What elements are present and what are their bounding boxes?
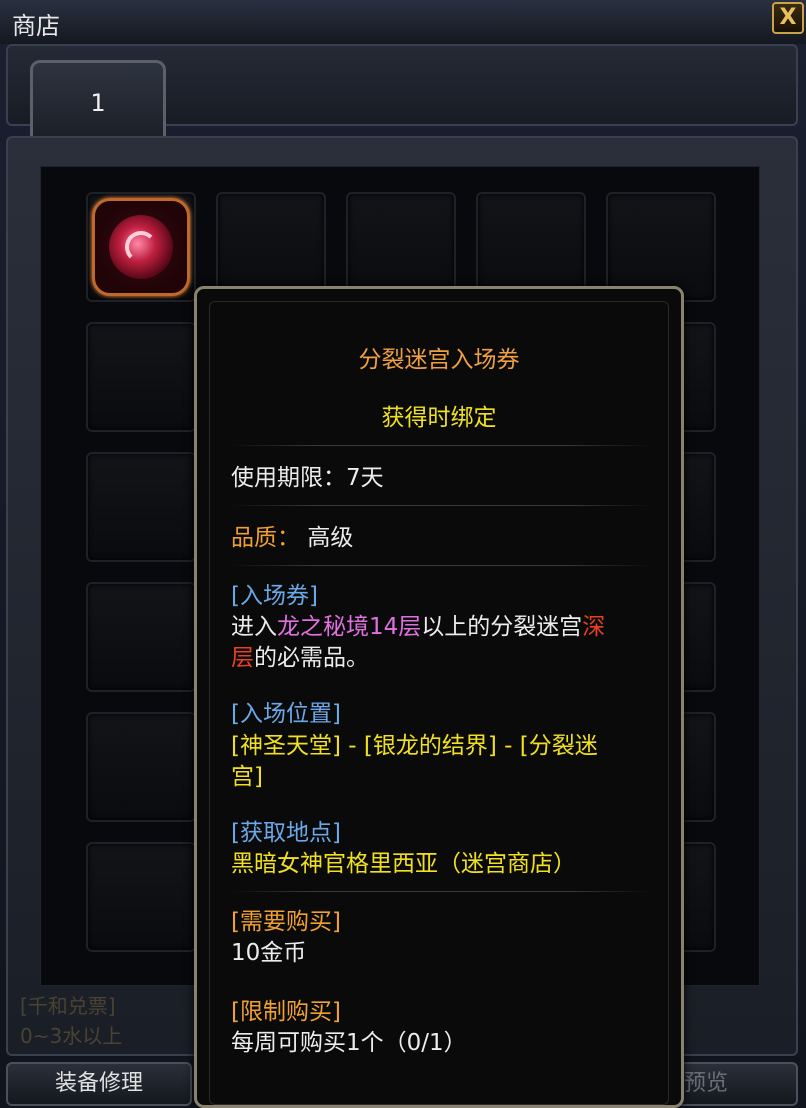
location-line: 宫] <box>231 764 263 790</box>
swirl-icon <box>125 231 157 263</box>
faded-label: 0~3水以上 <box>20 1024 123 1048</box>
desc-part: 进入 <box>231 614 277 640</box>
obtain-header: [获取地点] <box>231 820 341 846</box>
location-header: [入场位置] <box>231 701 341 727</box>
quality-label: 品质： <box>231 525 300 551</box>
price-header: [需要购买] <box>231 909 341 935</box>
faded-label: [千和兑票] <box>20 994 116 1018</box>
duration-text: 使用期限：7天 <box>231 465 384 491</box>
item-name: 分裂迷宫入场券 <box>358 347 520 373</box>
location-line: [神圣天堂] - [银龙的结界] - [分裂迷 <box>231 733 598 759</box>
window-title: 商店 <box>12 12 60 40</box>
quality-row: 品质： 高级 <box>231 523 651 554</box>
repair-button[interactable]: 装备修理 <box>6 1062 192 1106</box>
desc-highlight: 龙之秘境14层 <box>277 614 422 640</box>
bind-status: 获得时绑定 <box>381 405 497 431</box>
divider <box>231 891 651 892</box>
shop-slot[interactable] <box>86 842 196 952</box>
close-button[interactable]: X <box>772 2 804 34</box>
limit-header: [限制购买] <box>231 999 341 1025</box>
price-value: 10金币 <box>231 940 307 966</box>
quality-value: 高级 <box>307 525 354 551</box>
desc-highlight: 深 <box>582 614 606 640</box>
desc-text: 进入龙之秘境14层以上的分裂迷宫深层的必需品。 <box>231 612 651 674</box>
shop-slot[interactable] <box>86 322 196 432</box>
item-tooltip: 分裂迷宫入场券 获得时绑定 使用期限：7天 品质： 高级 [入场券] 进入龙之秘… <box>194 286 684 1108</box>
desc-part: 的必需品。 <box>254 645 369 671</box>
shop-slot[interactable] <box>86 452 196 562</box>
obtain-value: 黑暗女神官格里西亚（迷宫商店） <box>231 851 576 877</box>
shop-slot[interactable] <box>86 712 196 822</box>
divider <box>231 565 651 566</box>
tab-1[interactable]: 1 <box>30 60 166 136</box>
desc-header: [入场券] <box>231 583 318 609</box>
shop-slot[interactable] <box>86 582 196 692</box>
divider <box>231 445 651 446</box>
desc-highlight: 层 <box>231 645 254 671</box>
desc-part: 以上的分裂迷宫 <box>421 614 583 640</box>
title-bar[interactable]: 商店 X <box>0 0 806 44</box>
limit-value: 每周可购买1个（0/1） <box>231 1030 467 1056</box>
divider <box>231 505 651 506</box>
labyrinth-ticket-icon[interactable] <box>92 198 190 296</box>
